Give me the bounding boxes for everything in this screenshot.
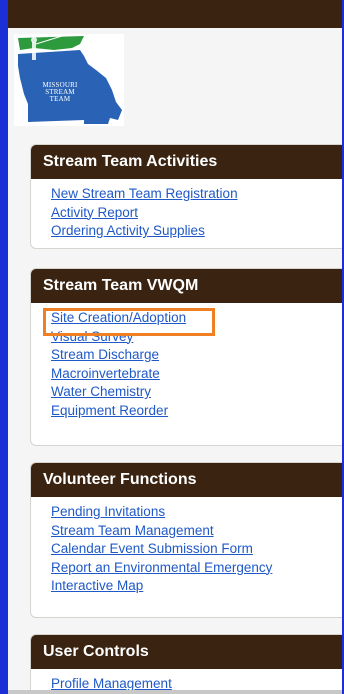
logo-text: MISSOURI STREAM TEAM: [35, 82, 85, 103]
link-macroinvertebrate[interactable]: Macroinvertebrate: [31, 365, 342, 384]
link-new-stream-team-registration[interactable]: New Stream Team Registration: [31, 185, 342, 204]
panel-title: Stream Team Activities: [31, 145, 342, 179]
link-stream-team-management[interactable]: Stream Team Management: [31, 522, 342, 541]
link-report-environmental-emergency[interactable]: Report an Environmental Emergency: [31, 559, 342, 578]
link-interactive-map[interactable]: Interactive Map: [31, 577, 342, 596]
panel-links: Pending Invitations Stream Team Manageme…: [31, 497, 342, 602]
link-calendar-event-submission-form[interactable]: Calendar Event Submission Form: [31, 540, 342, 559]
panel-title: Stream Team VWQM: [31, 269, 342, 303]
link-stream-discharge[interactable]: Stream Discharge: [31, 346, 342, 365]
link-activity-report[interactable]: Activity Report: [31, 204, 342, 223]
missouri-stream-team-logo[interactable]: MISSOURI STREAM TEAM: [14, 34, 124, 126]
panel-stream-team-activities: Stream Team Activities New Stream Team R…: [30, 144, 342, 249]
app-frame: MISSOURI STREAM TEAM Stream Team Activit…: [0, 0, 344, 694]
panel-title: Volunteer Functions: [31, 463, 342, 497]
bottom-scroll-edge: [8, 690, 342, 694]
link-ordering-activity-supplies[interactable]: Ordering Activity Supplies: [31, 222, 342, 241]
panel-title: User Controls: [31, 635, 342, 669]
link-site-creation-adoption[interactable]: Site Creation/Adoption: [31, 309, 342, 328]
panel-links: Site Creation/Adoption Visual Survey Str…: [31, 303, 342, 426]
link-visual-survey[interactable]: Visual Survey: [31, 328, 342, 347]
logo-line-3: TEAM: [49, 95, 71, 103]
link-water-chemistry[interactable]: Water Chemistry: [31, 383, 342, 402]
link-pending-invitations[interactable]: Pending Invitations: [31, 503, 342, 522]
link-equipment-reorder[interactable]: Equipment Reorder: [31, 402, 342, 421]
panel-volunteer-functions: Volunteer Functions Pending Invitations …: [30, 462, 342, 618]
panel-links: New Stream Team Registration Activity Re…: [31, 179, 342, 247]
panel-stream-team-vwqm: Stream Team VWQM Site Creation/Adoption …: [30, 268, 342, 446]
missouri-map-icon: [14, 34, 124, 126]
panel-user-controls: User Controls Profile Management: [30, 634, 342, 694]
top-bar: [8, 0, 342, 28]
